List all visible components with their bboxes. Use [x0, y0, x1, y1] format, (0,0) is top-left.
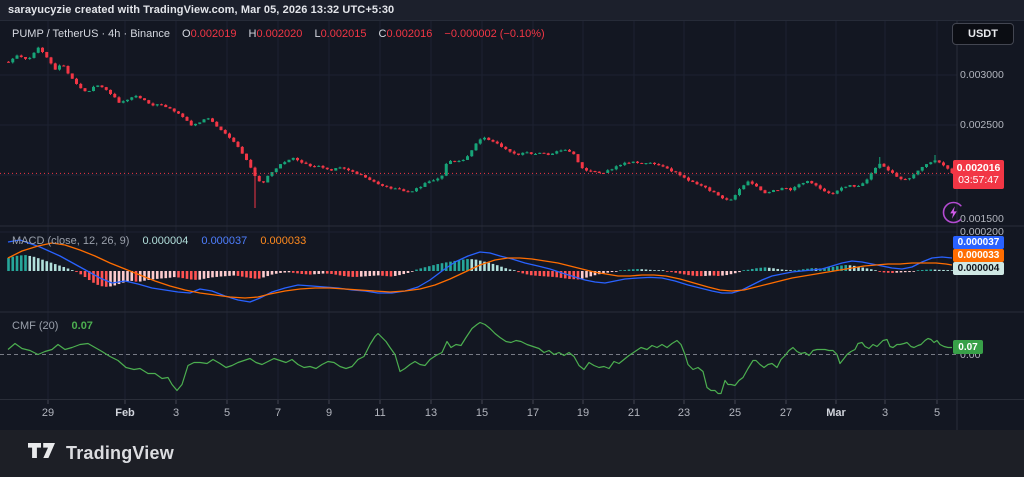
cmf-value-badge: 0.07 — [953, 340, 983, 354]
price-axis-label: 0.002500 — [960, 119, 1004, 131]
open-value: 0.002019 — [191, 28, 237, 40]
time-axis-label[interactable]: 9 — [326, 407, 332, 419]
time-axis-label[interactable]: 13 — [425, 407, 437, 419]
close-value: 0.002016 — [386, 28, 432, 40]
open-label: O — [182, 28, 191, 40]
time-axis-label[interactable]: 25 — [729, 407, 741, 419]
macd-signal-value: 0.000033 — [260, 235, 306, 247]
time-axis-label[interactable]: Mar — [826, 407, 846, 419]
time-axis-label[interactable]: 17 — [527, 407, 539, 419]
time-axis[interactable]: 29 Feb 3 5 7 9 11 13 15 17 19 21 23 25 27 Mar 3 5 — [0, 399, 1024, 431]
last-price-badge: 0.002016 03:57:47 — [953, 160, 1004, 189]
high-value: 0.002020 — [256, 28, 302, 40]
macd-badge: 0.000037 — [953, 236, 1004, 249]
attribution-text: sarayucyzie created with TradingView.com… — [8, 4, 394, 16]
chart-canvas[interactable] — [0, 0, 1024, 430]
attribution-bar: sarayucyzie created with TradingView.com… — [0, 0, 1024, 21]
time-axis-label[interactable]: 15 — [476, 407, 488, 419]
symbol-header[interactable]: PUMP / TetherUS · 4h · Binance O0.002019… — [12, 28, 545, 40]
symbol-title[interactable]: PUMP / TetherUS · 4h · Binance — [12, 28, 170, 40]
cmf-legend[interactable]: CMF (20) 0.07 — [12, 320, 93, 332]
macd-line-value: 0.000037 — [201, 235, 247, 247]
macd-hist-value: 0.000004 — [142, 235, 188, 247]
time-axis-label[interactable]: 7 — [275, 407, 281, 419]
time-axis-label[interactable]: 3 — [173, 407, 179, 419]
tradingview-wordmark: TradingView — [66, 443, 174, 464]
tradingview-logo-icon — [28, 443, 56, 464]
cmf-value: 0.07 — [72, 320, 93, 332]
last-price-value: 0.002016 — [953, 162, 1004, 174]
bar-countdown: 03:57:47 — [953, 174, 1004, 186]
time-axis-label[interactable]: Feb — [115, 407, 135, 419]
time-axis-label[interactable]: 23 — [678, 407, 690, 419]
macd-badge: 0.000033 — [953, 249, 1004, 262]
time-axis-label[interactable]: 5 — [934, 407, 940, 419]
low-value: 0.002015 — [321, 28, 367, 40]
time-axis-label[interactable]: 5 — [224, 407, 230, 419]
time-axis-label[interactable]: 29 — [42, 407, 54, 419]
time-axis-label[interactable]: 19 — [577, 407, 589, 419]
time-axis-label[interactable]: 11 — [374, 407, 385, 419]
time-axis-label[interactable]: 27 — [780, 407, 792, 419]
currency-toggle-button[interactable]: USDT — [952, 23, 1014, 45]
time-axis-label[interactable]: 21 — [628, 407, 640, 419]
price-axis-label: 0.001500 — [960, 213, 1004, 225]
cmf-title[interactable]: CMF (20) — [12, 320, 58, 332]
flash-boost-icon[interactable] — [941, 200, 966, 225]
macd-badge: 0.000004 — [953, 262, 1004, 275]
macd-title[interactable]: MACD (close, 12, 26, 9) — [12, 235, 129, 247]
price-axis-label: 0.003000 — [960, 69, 1004, 81]
change-value: −0.000002 (−0.10%) — [444, 28, 544, 40]
time-axis-label[interactable]: 3 — [882, 407, 888, 419]
macd-legend[interactable]: MACD (close, 12, 26, 9) 0.000004 0.00003… — [12, 235, 306, 247]
footer-bar: TradingView — [0, 430, 1024, 477]
tradingview-snapshot: sarayucyzie created with TradingView.com… — [0, 0, 1024, 477]
